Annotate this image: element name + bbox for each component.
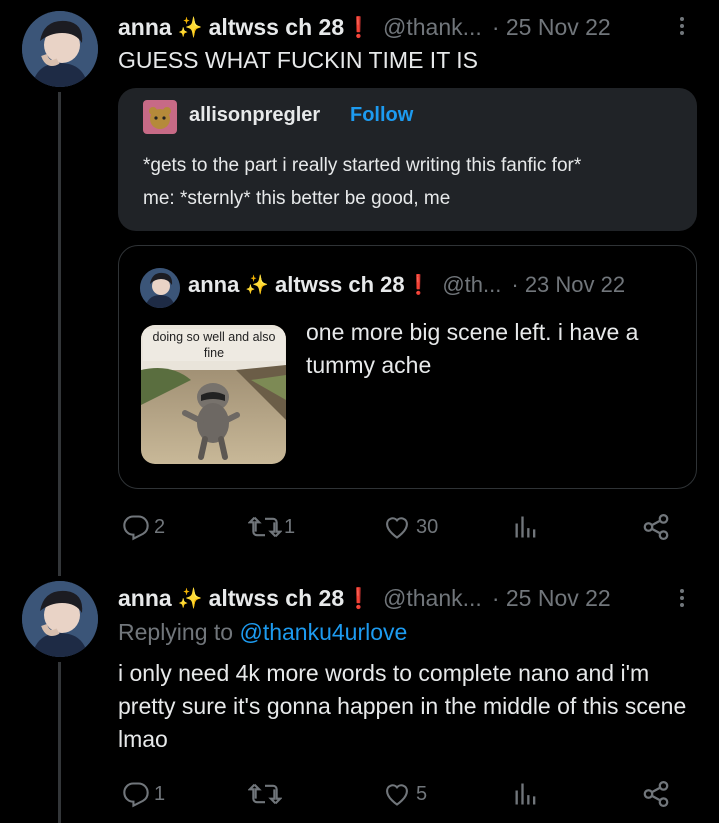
reply-button[interactable]: 2: [122, 513, 165, 541]
display-name[interactable]: anna: [118, 585, 172, 612]
sparkle-icon: ✨: [177, 16, 203, 39]
share-button[interactable]: [641, 779, 671, 809]
analytics-icon: [515, 516, 536, 538]
quoted-text-line-2: me: *sternly* this better be good, me: [143, 188, 451, 209]
views-button[interactable]: [512, 513, 540, 541]
embedded-handle[interactable]: @th...: [442, 272, 501, 298]
thread-line: [58, 92, 61, 576]
sparkle-icon: ✨: [177, 587, 203, 610]
embedded-post-card[interactable]: anna ✨ altwss ch 28 ❗ @th... · 23 Nov 22: [118, 245, 697, 489]
thread-line: [58, 662, 61, 823]
timestamp[interactable]: · 25 Nov 22: [492, 14, 611, 41]
reply-button[interactable]: 1: [122, 780, 165, 808]
reply-icon: [123, 782, 149, 808]
tweet-header: anna ✨ altwss ch 28 ❗ @thank... · 25 Nov…: [118, 581, 611, 615]
reply-count: 2: [154, 515, 166, 538]
replying-to-handle[interactable]: @thanku4urlove: [239, 619, 407, 645]
reply-count: 1: [154, 782, 166, 805]
embedded-display-name[interactable]: anna: [188, 272, 239, 298]
repost-icon: [248, 783, 282, 805]
quoted-text-line-1: *gets to the part i really started writi…: [143, 155, 582, 176]
replying-to: Replying to @thanku4urlove: [118, 619, 407, 646]
share-icon: [643, 781, 669, 807]
more-options-icon[interactable]: [679, 586, 685, 610]
quoted-post-card[interactable]: allisonpregler Follow *gets to the part …: [118, 88, 697, 231]
repost-icon: [248, 516, 282, 538]
display-name[interactable]: anna: [118, 14, 172, 41]
views-button[interactable]: [512, 780, 540, 808]
handle[interactable]: @thank...: [383, 14, 482, 41]
repost-button[interactable]: 1: [248, 513, 295, 541]
exclaim-icon: ❗: [346, 587, 372, 610]
follow-button[interactable]: Follow: [350, 104, 413, 127]
embedded-text: one more big scene left. i have a tummy …: [306, 319, 639, 378]
exclaim-icon: ❗: [346, 16, 372, 39]
exclaim-icon: ❗: [406, 275, 431, 296]
embedded-timestamp[interactable]: · 23 Nov 22: [511, 272, 625, 298]
repost-button[interactable]: [248, 780, 282, 808]
analytics-icon: [515, 783, 536, 805]
display-name-suffix[interactable]: altwss ch 28: [209, 585, 345, 612]
share-button[interactable]: [641, 512, 671, 542]
more-options-icon[interactable]: [679, 14, 685, 38]
like-button[interactable]: 5: [383, 780, 427, 808]
embedded-avatar[interactable]: [140, 268, 180, 308]
tweet-text: GUESS WHAT FUCKIN TIME IT IS: [118, 47, 478, 73]
embedded-header: anna ✨ altwss ch 28 ❗ @th... · 23 Nov 22: [188, 272, 625, 298]
embedded-display-name-suffix[interactable]: altwss ch 28: [275, 272, 405, 298]
like-count: 30: [416, 515, 439, 538]
like-button[interactable]: 30: [383, 513, 438, 541]
reply-icon: [123, 515, 149, 541]
tweet-text: i only need 4k more words to complete na…: [118, 660, 687, 752]
share-icon: [643, 514, 669, 540]
like-count: 5: [416, 782, 428, 805]
replying-to-label: Replying to: [118, 619, 234, 645]
avatar[interactable]: [22, 581, 98, 657]
handle[interactable]: @thank...: [383, 585, 482, 612]
sparkle-icon: ✨: [245, 275, 270, 296]
heart-icon: [386, 784, 408, 806]
display-name-suffix[interactable]: altwss ch 28: [209, 14, 345, 41]
quoted-username[interactable]: allisonpregler: [189, 104, 320, 127]
timestamp[interactable]: · 25 Nov 22: [492, 585, 611, 612]
image-caption: doing so well and also fine: [143, 329, 285, 361]
raccoon-image[interactable]: doing so well and also fine: [141, 325, 286, 464]
heart-icon: [386, 517, 408, 539]
repost-count: 1: [284, 515, 296, 538]
tweet-header: anna ✨ altwss ch 28 ❗ @thank... · 25 Nov…: [118, 10, 611, 44]
quoted-avatar[interactable]: [143, 100, 177, 134]
avatar[interactable]: [22, 11, 98, 87]
